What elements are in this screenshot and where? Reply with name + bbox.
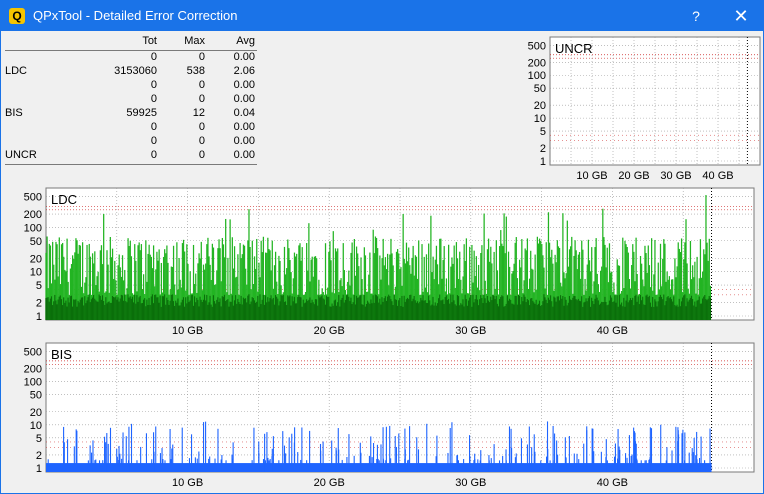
y-tick-label: 50 [534, 83, 546, 95]
stat-label: UNCR [5, 149, 37, 161]
y-tick-label: 200 [24, 364, 42, 376]
stat-tot: 0 [150, 93, 157, 105]
y-tick-label: 500 [24, 191, 42, 203]
stat-max: 0 [198, 135, 205, 147]
stats-row: LDC 3153060 538 2.06 [5, 65, 257, 79]
stat-label: BIS [5, 107, 23, 119]
y-tick-label: 500 [528, 40, 546, 52]
col-header-avg: Avg [236, 35, 255, 47]
stats-row: UNCR 0 0 0.00 [5, 149, 257, 163]
uncr-chart: 500 20010050 20105 21 10 GB 20 GB 30 GB 40 GB UN… [528, 36, 761, 182]
qpxtool-window: Q QPxTool - Detailed Error Correction ? … [0, 0, 764, 494]
y-tick-label: 20 [30, 253, 42, 265]
stat-avg: 2.06 [233, 65, 255, 77]
stat-avg: 0.00 [233, 149, 255, 161]
x-tick-label: 20 GB [314, 477, 345, 489]
window-title: QPxTool - Detailed Error Correction [33, 8, 238, 23]
stat-max: 0 [198, 79, 205, 91]
stat-avg: 0.00 [233, 121, 255, 133]
stat-avg: 0.04 [233, 107, 255, 119]
col-header-tot: Tot [142, 35, 157, 47]
y-tick-label: 20 [534, 100, 546, 112]
stat-label: LDC [5, 65, 28, 77]
stats-row: BIS 59925 12 0.04 [5, 107, 257, 121]
stat-avg: 0.00 [233, 135, 255, 147]
stat-max: 0 [198, 149, 205, 161]
y-tick-label: 10 [30, 420, 42, 432]
y-tick-label: 10 [534, 113, 546, 125]
y-tick-label: 2 [36, 450, 42, 462]
chart-title: LDC [51, 192, 77, 207]
title-bar: Q QPxTool - Detailed Error Correction ? … [1, 1, 763, 31]
chart-title: BIS [51, 347, 72, 362]
y-tick-label: 20 [30, 407, 42, 419]
ldc-chart: 500 200100 50 20 105 21 10 GB 20 GB 30 GB 40 GB LD… [24, 187, 755, 337]
stat-max: 0 [198, 93, 205, 105]
y-tick-label: 1 [540, 156, 546, 168]
x-tick-label: 30 GB [455, 325, 486, 337]
x-tick-label: 20 GB [314, 325, 345, 337]
stat-max: 0 [198, 51, 205, 63]
stat-avg: 0.00 [233, 79, 255, 91]
y-tick-label: 2 [540, 143, 546, 155]
stat-tot: 3153060 [114, 65, 157, 77]
y-tick-label: 5 [540, 126, 546, 138]
y-tick-label: 50 [30, 390, 42, 402]
y-tick-label: 200 [528, 57, 546, 69]
x-tick-label: 30 GB [660, 170, 691, 182]
x-tick-label: 40 GB [597, 477, 628, 489]
stat-avg: 0.00 [233, 93, 255, 105]
stat-tot: 0 [150, 79, 157, 91]
y-tick-label: 5 [36, 433, 42, 445]
x-tick-label: 10 GB [172, 477, 203, 489]
y-tick-label: 10 [30, 267, 42, 279]
stat-tot: 0 [150, 121, 157, 133]
y-tick-label: 100 [24, 377, 42, 389]
stat-tot: 0 [150, 149, 157, 161]
x-tick-label: 40 GB [597, 325, 628, 337]
stats-row: 0 0 0.00 [5, 93, 257, 107]
stats-header-row: Tot Max Avg [5, 35, 257, 49]
stat-avg: 0.00 [233, 51, 255, 63]
stats-row: 0 0 0.00 [5, 79, 257, 93]
stat-tot: 0 [150, 135, 157, 147]
x-tick-label: 30 GB [455, 477, 486, 489]
stat-max: 12 [192, 107, 205, 119]
bis-chart: 500 20010050 20105 21 10 GB 20 GB 30 GB 40 GB BI… [24, 342, 755, 489]
y-tick-label: 100 [24, 222, 42, 234]
y-tick-label: 100 [528, 70, 546, 82]
y-tick-label: 1 [36, 311, 42, 323]
stats-row: 0 0 0.00 [5, 51, 257, 65]
stats-row: 0 0 0.00 [5, 135, 257, 149]
plot-area [45, 342, 755, 473]
y-tick-label: 50 [30, 236, 42, 248]
stat-max: 0 [198, 121, 205, 133]
stats-row: 0 0 0.00 [5, 121, 257, 135]
error-stats-table: Tot Max Avg 0 0 0.00 LDC 3153060 538 2.06 0 0 0.0… [5, 35, 257, 165]
x-tick-label: 40 GB [702, 170, 733, 182]
col-header-max: Max [184, 35, 205, 47]
y-tick-label: 200 [24, 209, 42, 221]
stat-tot: 59925 [126, 107, 157, 119]
y-tick-label: 5 [36, 280, 42, 292]
x-tick-label: 10 GB [576, 170, 607, 182]
x-tick-label: 10 GB [172, 325, 203, 337]
chart-title: UNCR [555, 41, 593, 56]
y-tick-label: 500 [24, 346, 42, 358]
footer-divider [5, 164, 257, 165]
help-button[interactable]: ? [676, 1, 716, 31]
x-tick-label: 20 GB [618, 170, 649, 182]
close-button[interactable]: ✕ [721, 1, 761, 31]
stat-tot: 0 [150, 51, 157, 63]
y-tick-label: 2 [36, 298, 42, 310]
y-tick-label: 1 [36, 463, 42, 475]
qpxtool-logo-icon: Q [9, 8, 25, 24]
stat-max: 538 [186, 65, 205, 77]
